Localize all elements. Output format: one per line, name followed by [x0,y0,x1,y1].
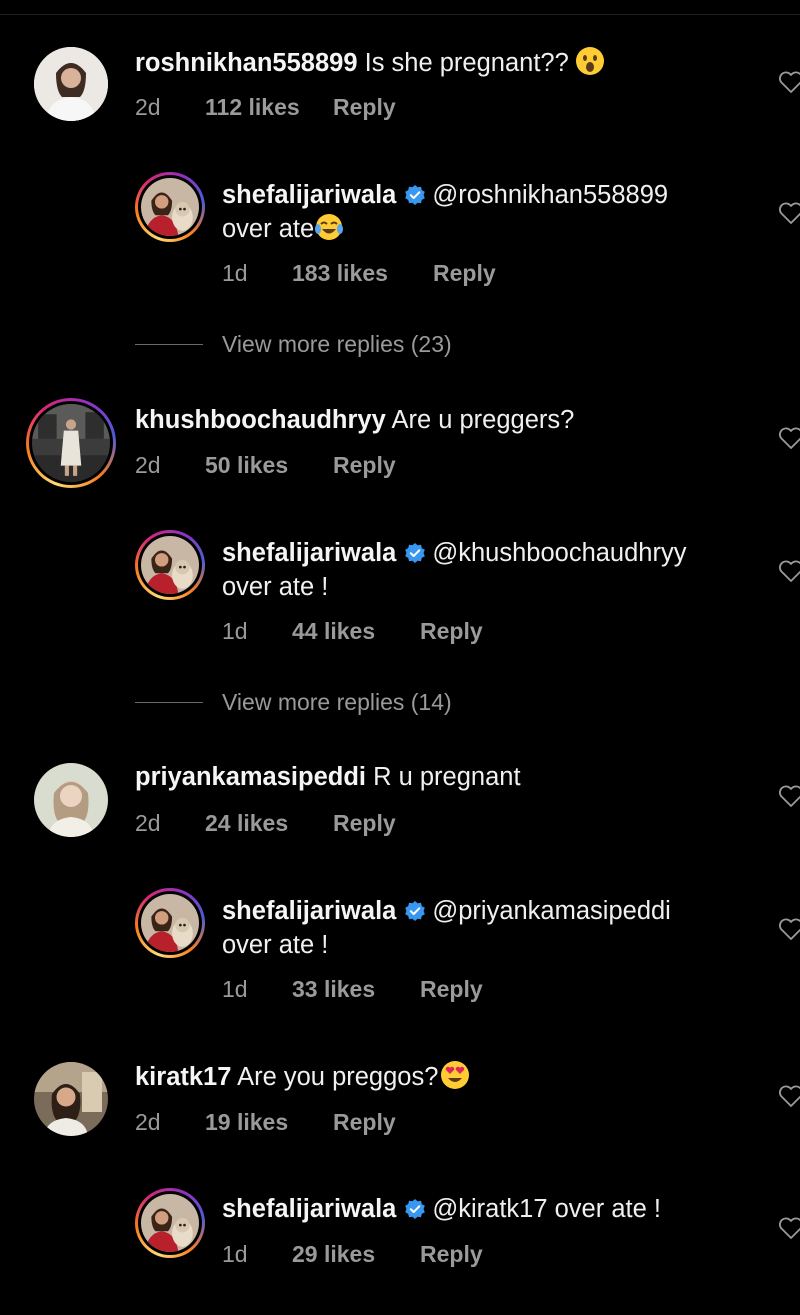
comment-time: 2d [135,94,161,120]
view-more-replies[interactable]: View more replies (23) [222,329,452,359]
reply-likes[interactable]: 44 likes [292,616,420,646]
reply-mention[interactable]: @kiratk17 [432,1195,547,1223]
comment-username[interactable]: kiratk17 [135,1063,231,1091]
avatar [141,536,199,594]
avatar [141,1194,199,1252]
comment-time: 2d [135,1109,161,1135]
comment-meta: 2d 112 likes Reply [135,92,396,122]
comment-text: roshnikhan558899 Is she pregnant?? [135,46,605,80]
reply-likes[interactable]: 29 likes [292,1239,420,1269]
comment-text: priyankamasipeddi R u pregnant [135,760,521,794]
avatar-story-ring[interactable] [135,1188,205,1258]
avatar [141,894,199,952]
reply-text-line-2: over ate ! [222,570,328,604]
reply-meta: 1d 33 likes Reply [222,974,483,1004]
reply-text-line-2: over ate [222,212,344,246]
comment-meta: 2d 24 likes Reply [135,808,396,838]
reply-mention[interactable]: @priyankamasipeddi [432,897,671,925]
reply-body: over ate ! [222,931,329,959]
comment-meta: 2d 19 likes Reply [135,1107,396,1137]
reply-likes[interactable]: 33 likes [292,974,420,1004]
comment-meta: 2d 50 likes Reply [135,450,396,480]
reply-button[interactable]: Reply [333,92,396,122]
like-heart-icon[interactable] [778,70,800,94]
heart-eyes-emoji [440,1060,470,1090]
comment-body: Are u preggers? [391,406,575,434]
verified-badge-icon [404,184,426,206]
reply-text: shefalijariwala @khushboochaudhryy [222,536,686,570]
avatar[interactable] [34,47,108,121]
reply-time: 1d [222,1241,248,1267]
avatar-story-ring[interactable] [135,172,205,242]
like-heart-icon[interactable] [778,426,800,450]
tears-of-joy-emoji [314,212,344,242]
comment-likes[interactable]: 19 likes [205,1107,333,1137]
top-divider [0,14,800,15]
view-more-divider [135,344,203,345]
reply-button[interactable]: Reply [420,1239,483,1269]
reply-time: 1d [222,618,248,644]
comment-likes[interactable]: 50 likes [205,450,333,480]
reply-button[interactable]: Reply [420,616,483,646]
reply-meta: 1d 183 likes Reply [222,258,496,288]
comment-likes[interactable]: 24 likes [205,808,333,838]
reply-text-line-2: over ate ! [222,928,328,962]
reply-button[interactable]: Reply [333,450,396,480]
reply-body: over ate ! [554,1195,661,1223]
verified-badge-icon [404,1198,426,1220]
reply-body: over ate [222,215,315,243]
like-heart-icon[interactable] [778,1084,800,1108]
avatar[interactable] [34,763,108,837]
avatar-story-ring[interactable] [135,530,205,600]
view-more-divider [135,702,203,703]
reply-username[interactable]: shefalijariwala [222,897,396,925]
astonished-face-emoji [575,46,605,76]
like-heart-icon[interactable] [778,784,800,808]
comment-username[interactable]: priyankamasipeddi [135,763,366,791]
comment-username[interactable]: roshnikhan558899 [135,49,358,77]
reply-button[interactable]: Reply [420,974,483,1004]
comment-body: R u pregnant [373,763,521,791]
reply-text: shefalijariwala @kiratk17 over ate ! [222,1192,661,1226]
view-more-replies[interactable]: View more replies (14) [222,687,452,717]
comment-body: Is she pregnant?? [364,49,569,77]
avatar[interactable] [34,1062,108,1136]
reply-username[interactable]: shefalijariwala [222,181,396,209]
avatar [32,404,110,482]
reply-button[interactable]: Reply [333,808,396,838]
reply-text: shefalijariwala @roshnikhan558899 [222,178,668,212]
reply-button[interactable]: Reply [433,258,496,288]
reply-meta: 1d 44 likes Reply [222,616,483,646]
reply-meta: 1d 29 likes Reply [222,1239,483,1269]
comment-time: 2d [135,810,161,836]
comment-body: Are you preggos? [237,1063,439,1091]
avatar-story-ring[interactable] [135,888,205,958]
comment-username[interactable]: khushboochaudhryy [135,406,386,434]
verified-badge-icon [404,900,426,922]
reply-mention[interactable]: @roshnikhan558899 [432,181,668,209]
like-heart-icon[interactable] [778,917,800,941]
like-heart-icon[interactable] [778,201,800,225]
reply-likes[interactable]: 183 likes [292,258,433,288]
reply-username[interactable]: shefalijariwala [222,539,396,567]
reply-body: over ate ! [222,573,329,601]
reply-mention[interactable]: @khushboochaudhryy [432,539,686,567]
reply-text: shefalijariwala @priyankamasipeddi [222,894,671,928]
comment-text: khushboochaudhryy Are u preggers? [135,403,574,437]
reply-time: 1d [222,260,248,286]
avatar [141,178,199,236]
reply-time: 1d [222,976,248,1002]
reply-button[interactable]: Reply [333,1107,396,1137]
like-heart-icon[interactable] [778,559,800,583]
verified-badge-icon [404,542,426,564]
avatar-story-ring[interactable] [26,398,116,488]
like-heart-icon[interactable] [778,1216,800,1240]
reply-username[interactable]: shefalijariwala [222,1195,396,1223]
comment-time: 2d [135,452,161,478]
comment-likes[interactable]: 112 likes [205,92,333,122]
comment-text: kiratk17 Are you preggos? [135,1060,470,1094]
